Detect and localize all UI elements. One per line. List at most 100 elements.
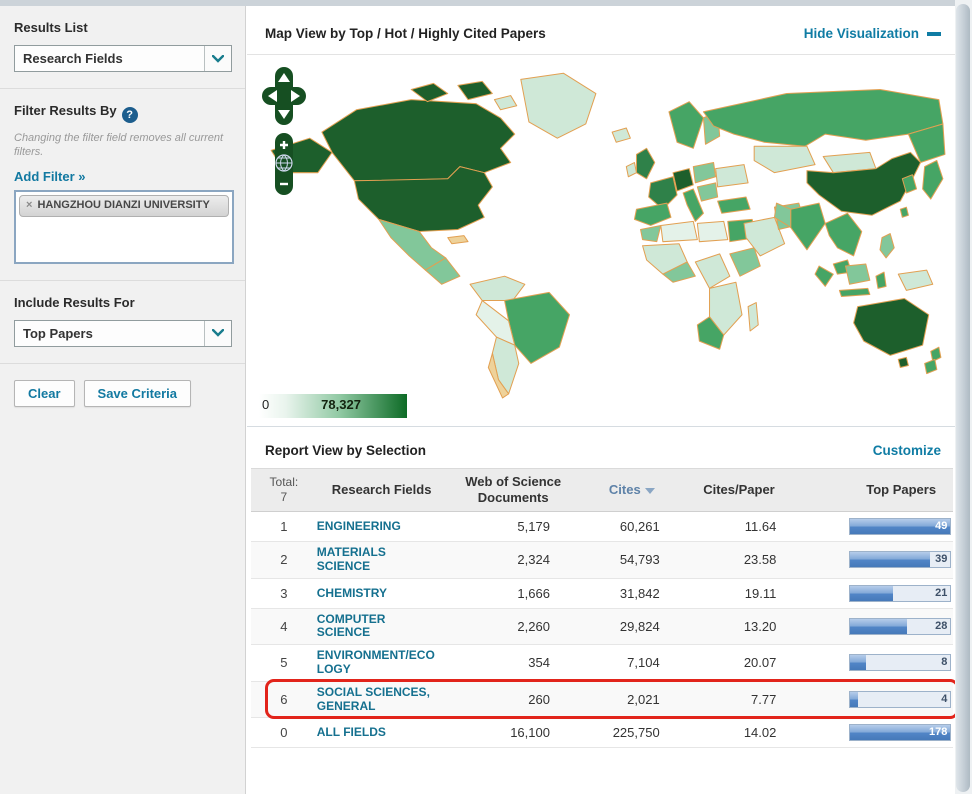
include-results-heading: Include Results For xyxy=(14,295,231,310)
results-list-dropdown[interactable]: Research Fields xyxy=(14,45,232,72)
top-papers-cell: 21 xyxy=(849,585,953,602)
col-top-papers: Top Papers xyxy=(849,482,953,498)
remove-filter-icon[interactable]: × xyxy=(26,199,32,213)
top-papers-bar: 21 xyxy=(849,585,951,602)
cites-per-paper-cell: 11.64 xyxy=(684,519,795,534)
save-criteria-button[interactable]: Save Criteria xyxy=(84,380,192,407)
chevron-down-icon[interactable] xyxy=(204,46,231,71)
map-visualization: 0 78,327 xyxy=(247,55,955,427)
bar-fill xyxy=(850,619,907,634)
bar-value: 178 xyxy=(929,726,947,738)
main-content: Map View by Top / Hot / Highly Cited Pap… xyxy=(247,6,955,794)
report-table: Total: 7 Research Fields Web of Science … xyxy=(251,468,953,748)
map-legend: 0 78,327 xyxy=(259,394,407,418)
map-panel-header: Map View by Top / Hot / Highly Cited Pap… xyxy=(247,6,955,55)
scrollbar-thumb[interactable] xyxy=(956,4,970,792)
top-papers-cell: 8 xyxy=(849,654,953,671)
table-row: 4 COMPUTER SCIENCE 2,260 29,824 13.20 28 xyxy=(251,609,953,646)
top-papers-bar: 49 xyxy=(849,518,951,535)
cites-cell: 225,750 xyxy=(580,725,684,740)
bar-fill xyxy=(850,692,858,707)
cites-cell: 2,021 xyxy=(580,692,684,707)
cites-sort-button[interactable]: Cites xyxy=(580,482,684,498)
table-row: 3 CHEMISTRY 1,666 31,842 19.11 21 xyxy=(251,579,953,609)
top-papers-cell: 4 xyxy=(849,691,953,708)
world-map xyxy=(259,59,949,399)
research-field-link[interactable]: ALL FIELDS xyxy=(317,726,386,740)
filter-heading: Filter Results By? xyxy=(14,103,231,123)
docs-cell: 260 xyxy=(446,692,580,707)
filter-note: Changing the filter field removes all cu… xyxy=(14,131,231,160)
legend-max: 78,327 xyxy=(321,397,361,412)
research-field-link[interactable]: CHEMISTRY xyxy=(317,587,387,601)
sort-arrow-icon xyxy=(645,488,655,494)
rank-cell: 2 xyxy=(251,552,317,567)
cites-per-paper-cell: 19.11 xyxy=(684,586,795,601)
top-papers-bar: 4 xyxy=(849,691,951,708)
top-papers-bar: 28 xyxy=(849,618,951,635)
field-cell: CHEMISTRY xyxy=(317,582,447,605)
filter-chip: × HANGZHOU DIANZI UNIVERSITY xyxy=(19,195,229,218)
table-row: 0 ALL FIELDS 16,100 225,750 14.02 178 xyxy=(251,718,953,748)
docs-cell: 1,666 xyxy=(446,586,580,601)
results-list-section: Results List Research Fields xyxy=(0,6,245,89)
bar-value: 49 xyxy=(935,520,947,532)
top-papers-cell: 178 xyxy=(849,724,953,741)
top-papers-bar: 39 xyxy=(849,551,951,568)
top-papers-bar: 178 xyxy=(849,724,951,741)
research-field-link[interactable]: MATERIALS SCIENCE xyxy=(317,546,441,574)
clear-button[interactable]: Clear xyxy=(14,380,75,407)
bar-value: 28 xyxy=(935,620,947,632)
field-cell: MATERIALS SCIENCE xyxy=(317,542,447,578)
results-list-heading: Results List xyxy=(14,20,231,35)
table-body: 1 ENGINEERING 5,179 60,261 11.64 49 xyxy=(251,512,953,748)
col-wos-documents: Web of Science Documents xyxy=(446,474,580,505)
cites-cell: 29,824 xyxy=(580,619,684,634)
sidebar: Results List Research Fields Filter Resu… xyxy=(0,6,246,794)
table-row: 6 SOCIAL SCIENCES, GENERAL 260 2,021 7.7… xyxy=(251,682,953,719)
field-cell: SOCIAL SCIENCES, GENERAL xyxy=(317,682,447,718)
vertical-scrollbar[interactable] xyxy=(955,0,972,794)
rank-cell: 6 xyxy=(251,692,317,707)
research-field-link[interactable]: COMPUTER SCIENCE xyxy=(317,613,441,641)
report-header: Report View by Selection Customize xyxy=(247,427,955,468)
top-papers-bar: 8 xyxy=(849,654,951,671)
report-title: Report View by Selection xyxy=(265,443,426,458)
help-icon[interactable]: ? xyxy=(122,107,138,123)
table-header-row: Total: 7 Research Fields Web of Science … xyxy=(251,468,953,512)
rank-cell: 3 xyxy=(251,586,317,601)
customize-link[interactable]: Customize xyxy=(873,443,941,458)
col-cites: Cites xyxy=(580,482,684,498)
bar-value: 39 xyxy=(935,553,947,565)
bar-fill xyxy=(850,586,893,601)
hide-visualization-link[interactable]: Hide Visualization xyxy=(804,26,941,41)
cites-per-paper-cell: 13.20 xyxy=(684,619,795,634)
esi-page: Results List Research Fields Filter Resu… xyxy=(0,0,972,794)
research-field-link[interactable]: ENGINEERING xyxy=(317,520,401,534)
cites-per-paper-cell: 14.02 xyxy=(684,725,795,740)
legend-min: 0 xyxy=(262,397,269,412)
rank-cell: 4 xyxy=(251,619,317,634)
map-controls xyxy=(261,67,307,195)
top-papers-cell: 39 xyxy=(849,551,953,568)
col-total: Total: 7 xyxy=(251,475,317,505)
cites-cell: 31,842 xyxy=(580,586,684,601)
docs-cell: 2,260 xyxy=(446,619,580,634)
filter-box[interactable]: × HANGZHOU DIANZI UNIVERSITY xyxy=(14,190,234,264)
research-field-link[interactable]: SOCIAL SCIENCES, GENERAL xyxy=(317,686,441,714)
cites-per-paper-cell: 20.07 xyxy=(684,655,795,670)
include-results-dropdown[interactable]: Top Papers xyxy=(14,320,232,347)
collapse-minus-icon[interactable] xyxy=(927,32,941,36)
research-field-link[interactable]: ENVIRONMENT/ECOLOGY xyxy=(317,649,441,677)
table-row: 5 ENVIRONMENT/ECOLOGY 354 7,104 20.07 8 xyxy=(251,645,953,682)
bar-value: 4 xyxy=(941,693,947,705)
docs-cell: 16,100 xyxy=(446,725,580,740)
cites-cell: 54,793 xyxy=(580,552,684,567)
rank-cell: 1 xyxy=(251,519,317,534)
table-row: 2 MATERIALS SCIENCE 2,324 54,793 23.58 3… xyxy=(251,542,953,579)
table-row: 1 ENGINEERING 5,179 60,261 11.64 49 xyxy=(251,512,953,542)
docs-cell: 354 xyxy=(446,655,580,670)
filter-chip-label: HANGZHOU DIANZI UNIVERSITY xyxy=(37,199,209,213)
add-filter-link[interactable]: Add Filter » xyxy=(14,169,86,184)
chevron-down-icon[interactable] xyxy=(204,321,231,346)
